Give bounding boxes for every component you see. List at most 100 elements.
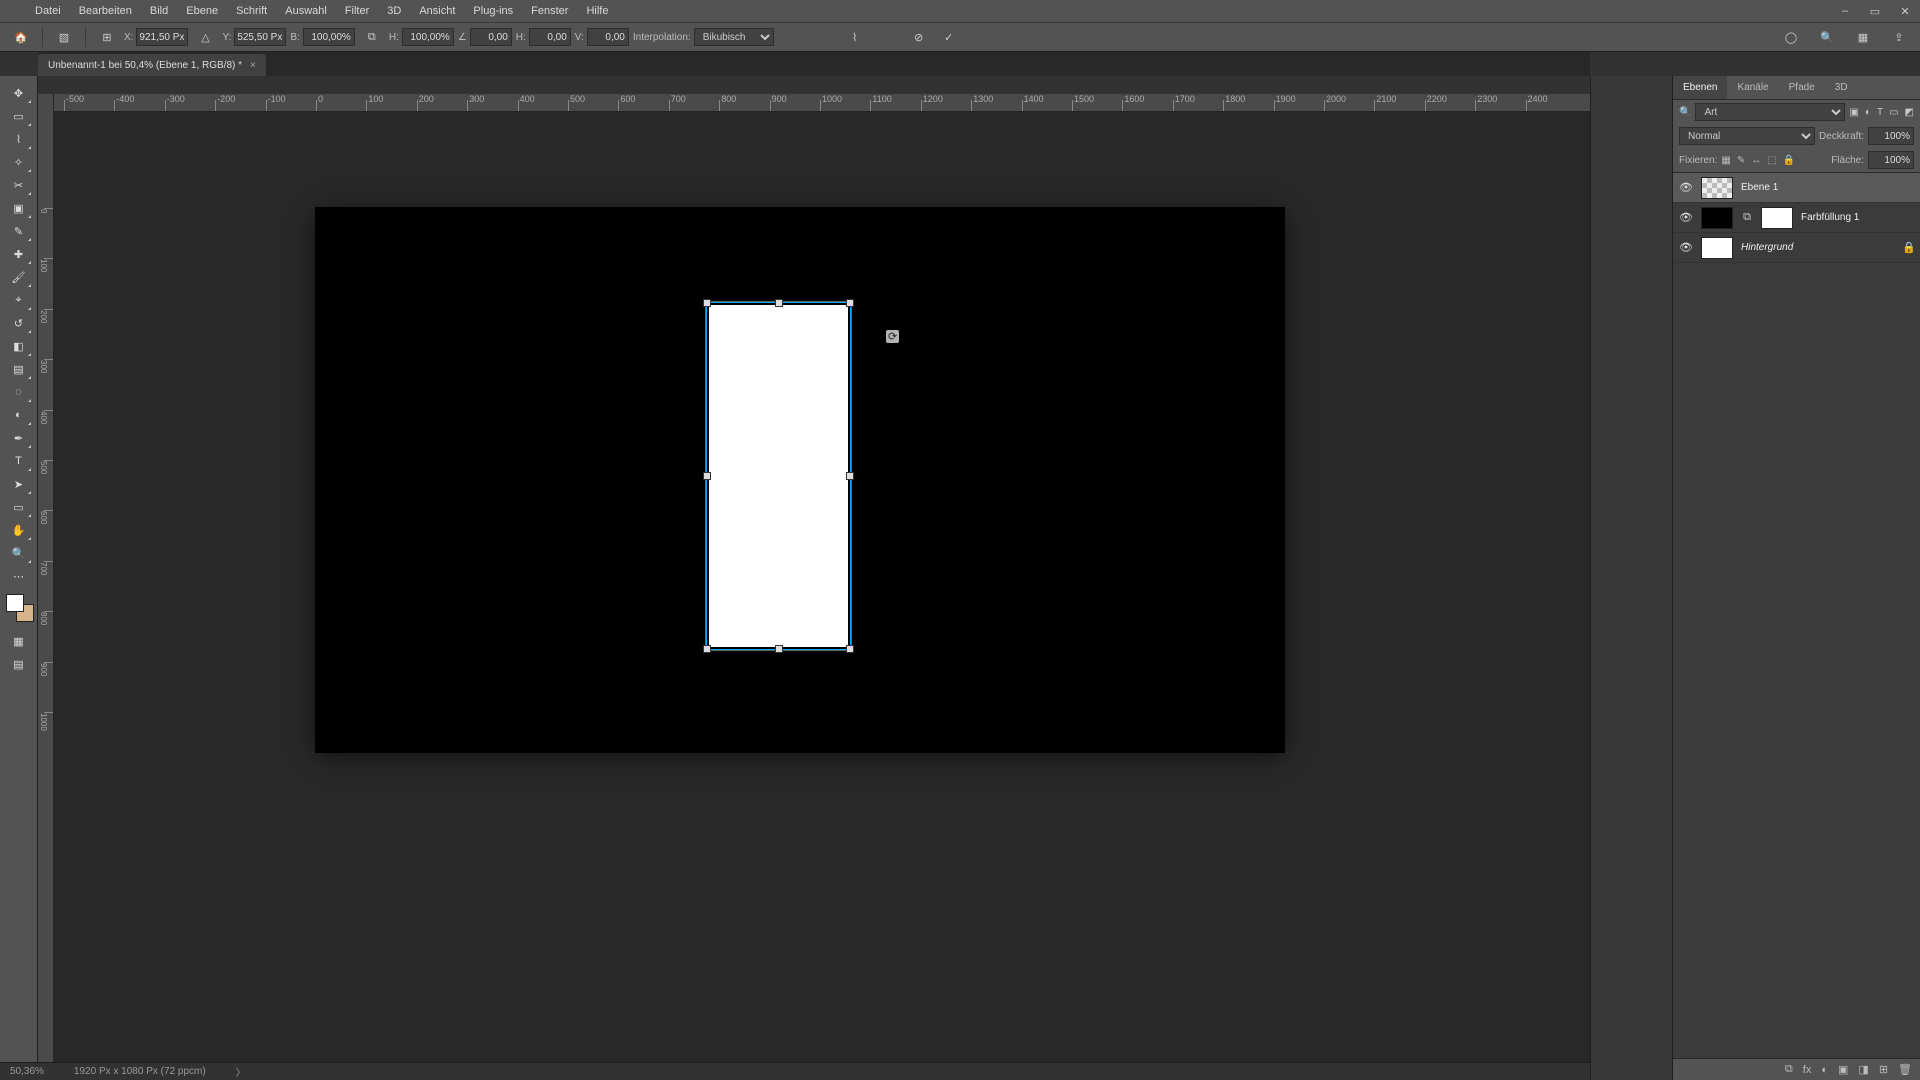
- edit-toolbar-button[interactable]: ⋯: [6, 565, 32, 587]
- lock-icon-4[interactable]: 🔒: [1783, 155, 1795, 166]
- lasso-tool[interactable]: ⌇: [6, 128, 32, 150]
- panel-tab-3d[interactable]: 3D: [1825, 76, 1858, 99]
- blend-mode-select[interactable]: Normal: [1679, 127, 1815, 145]
- panel-footer-icon-1[interactable]: fx: [1803, 1064, 1812, 1076]
- menu-ebene[interactable]: Ebene: [177, 0, 227, 22]
- screen-mode-button[interactable]: ▤: [6, 653, 32, 675]
- layer-thumbnail[interactable]: [1701, 207, 1733, 229]
- hand-tool[interactable]: ✋: [6, 519, 32, 541]
- heal-tool[interactable]: ✚: [6, 243, 32, 265]
- quick-mask-button[interactable]: ▦: [6, 630, 32, 652]
- brush-tool[interactable]: 🖌: [6, 266, 32, 288]
- layer-filter-icon-0[interactable]: ▣: [1849, 107, 1858, 118]
- status-zoom[interactable]: 50,36%: [10, 1066, 44, 1077]
- menu-plug-ins[interactable]: Plug-ins: [464, 0, 522, 22]
- layer-visibility-icon[interactable]: 👁: [1679, 241, 1693, 254]
- swap-xy-icon[interactable]: △: [192, 25, 218, 49]
- panel-footer-icon-5[interactable]: ⊞: [1879, 1063, 1888, 1076]
- y-input[interactable]: [234, 28, 286, 46]
- zoom-tool[interactable]: 🔍: [6, 542, 32, 564]
- transform-handle[interactable]: [775, 645, 783, 653]
- rectangle-tool[interactable]: ▭: [6, 496, 32, 518]
- pen-tool[interactable]: ✒: [6, 427, 32, 449]
- panel-tab-ebenen[interactable]: Ebenen: [1673, 76, 1727, 99]
- cloud-docs-icon[interactable]: ◯: [1778, 25, 1804, 49]
- menu-3d[interactable]: 3D: [378, 0, 410, 22]
- eraser-tool[interactable]: ◧: [6, 335, 32, 357]
- lock-icon-0[interactable]: ▦: [1721, 155, 1730, 166]
- transform-handle[interactable]: [846, 645, 854, 653]
- transform-handle[interactable]: [846, 299, 854, 307]
- frame-tool[interactable]: ▣: [6, 197, 32, 219]
- panel-footer-icon-3[interactable]: ▣: [1838, 1063, 1848, 1076]
- move-tool[interactable]: ✥: [6, 82, 32, 104]
- home-icon[interactable]: 🏠: [8, 25, 34, 49]
- panel-footer-icon-2[interactable]: ◐: [1821, 1064, 1828, 1076]
- panel-footer-icon-4[interactable]: ◨: [1858, 1063, 1868, 1076]
- layer-filter-select[interactable]: Art: [1695, 103, 1845, 121]
- workspace-icon[interactable]: ▦: [1850, 25, 1876, 49]
- layer-mask-thumbnail[interactable]: [1761, 207, 1793, 229]
- blur-tool[interactable]: ◌: [6, 381, 32, 403]
- layer-filter-icon-4[interactable]: ◩: [1905, 107, 1914, 118]
- angle-input[interactable]: [470, 28, 512, 46]
- layer-row[interactable]: 👁Hintergrund🔒: [1673, 233, 1920, 263]
- artboard-tool[interactable]: ▭: [6, 105, 32, 127]
- layer-filter-icon-2[interactable]: T: [1877, 107, 1883, 118]
- warp-mode-icon[interactable]: ⌇: [842, 25, 868, 49]
- layer-link-icon[interactable]: ⧉: [1741, 211, 1753, 224]
- ruler-vertical[interactable]: 01002003004005006007008009001000: [38, 94, 54, 1062]
- status-arrow-icon[interactable]: 〉: [236, 1064, 246, 1079]
- lock-icon-1[interactable]: ✎: [1737, 155, 1745, 166]
- cancel-transform-icon[interactable]: ⊘: [906, 25, 932, 49]
- menu-ansicht[interactable]: Ansicht: [410, 0, 464, 22]
- panel-tab-pfade[interactable]: Pfade: [1779, 76, 1825, 99]
- foreground-color-swatch[interactable]: [6, 594, 24, 612]
- menu-filter[interactable]: Filter: [336, 0, 378, 22]
- layer-visibility-icon[interactable]: 👁: [1679, 181, 1693, 194]
- history-brush-tool[interactable]: ↺: [6, 312, 32, 334]
- transform-handle[interactable]: [703, 472, 711, 480]
- clone-tool[interactable]: ⌖: [6, 289, 32, 311]
- transform-handle[interactable]: [703, 299, 711, 307]
- transform-handle[interactable]: [846, 472, 854, 480]
- menu-bild[interactable]: Bild: [141, 0, 177, 22]
- path-select-tool[interactable]: ➤: [6, 473, 32, 495]
- width-input[interactable]: [303, 28, 355, 46]
- lock-icon-3[interactable]: ⬚: [1767, 155, 1776, 166]
- height-input[interactable]: [402, 28, 454, 46]
- menu-auswahl[interactable]: Auswahl: [276, 0, 336, 22]
- status-doc-info[interactable]: 1920 Px x 1080 Px (72 ppcm): [74, 1066, 206, 1077]
- skew-h-input[interactable]: [529, 28, 571, 46]
- menu-datei[interactable]: Datei: [26, 0, 70, 22]
- layer-filter-icon-1[interactable]: ◐: [1865, 107, 1871, 118]
- panel-footer-icon-6[interactable]: 🗑: [1898, 1063, 1912, 1076]
- layer-filter-icon-3[interactable]: ▭: [1889, 107, 1898, 118]
- canvas-area[interactable]: ⟳: [54, 112, 1590, 1062]
- lock-icon-2[interactable]: ↔: [1751, 155, 1761, 166]
- type-tool[interactable]: T: [6, 450, 32, 472]
- transform-bounding-box[interactable]: [706, 302, 851, 650]
- window-minimize-button[interactable]: –: [1830, 0, 1860, 22]
- fill-input[interactable]: [1868, 151, 1914, 169]
- document-tab[interactable]: Unbenannt-1 bei 50,4% (Ebene 1, RGB/8) *…: [38, 54, 266, 76]
- layer-visibility-icon[interactable]: 👁: [1679, 211, 1693, 224]
- layer-name[interactable]: Farbfüllung 1: [1801, 212, 1914, 223]
- menu-bearbeiten[interactable]: Bearbeiten: [70, 0, 141, 22]
- ruler-horizontal[interactable]: -600-500-400-300-200-1000100200300400500…: [54, 94, 1590, 112]
- window-maximize-button[interactable]: ▭: [1860, 0, 1890, 22]
- transform-handle[interactable]: [703, 645, 711, 653]
- layer-row[interactable]: 👁 ⧉ Farbfüllung 1: [1673, 203, 1920, 233]
- document-tab-close-icon[interactable]: ×: [250, 60, 256, 71]
- commit-transform-icon[interactable]: ✓: [936, 25, 962, 49]
- menu-hilfe[interactable]: Hilfe: [577, 0, 617, 22]
- gradient-tool[interactable]: ▤: [6, 358, 32, 380]
- interpolation-select[interactable]: Bikubisch: [694, 28, 774, 46]
- transform-tool-icon[interactable]: ▧: [51, 25, 77, 49]
- layer-thumbnail[interactable]: [1701, 237, 1733, 259]
- layer-name[interactable]: Ebene 1: [1741, 182, 1914, 193]
- reference-point-icon[interactable]: ⊞: [94, 25, 120, 49]
- collapsed-panel-column[interactable]: [1590, 76, 1672, 1080]
- dodge-tool[interactable]: ◐: [6, 404, 32, 426]
- crop-tool[interactable]: ✂: [6, 174, 32, 196]
